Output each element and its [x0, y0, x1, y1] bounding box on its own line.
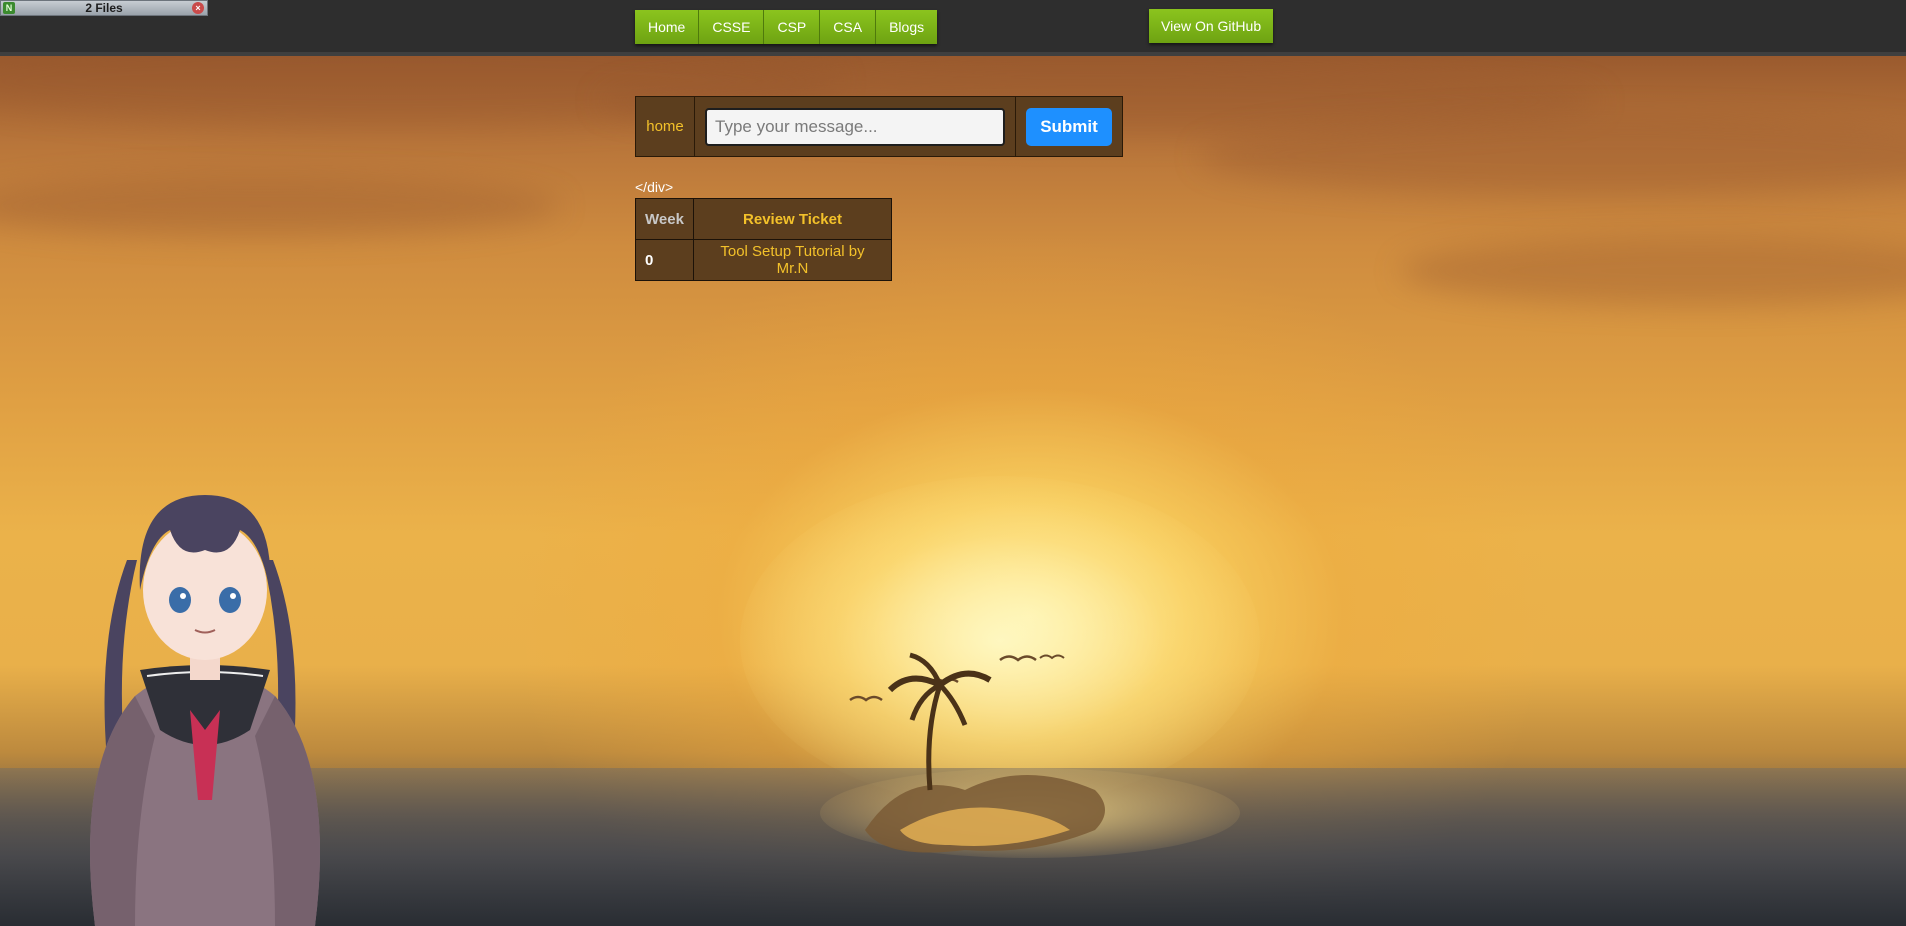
- view-on-github-button[interactable]: View On GitHub: [1149, 9, 1274, 43]
- table-header-review-ticket: Review Ticket: [693, 198, 892, 240]
- cloud: [1200, 116, 1906, 196]
- message-input-cell: [695, 97, 1016, 156]
- table-row: 0 Tool Setup Tutorial by Mr.N: [635, 239, 892, 281]
- palm-island-icon: [865, 652, 1105, 853]
- page-label: home: [636, 97, 695, 156]
- close-icon[interactable]: ×: [192, 2, 204, 14]
- file-widget[interactable]: N 2 Files ×: [0, 0, 208, 16]
- cloud: [0, 176, 560, 236]
- nav-csp-button[interactable]: CSP: [764, 10, 821, 44]
- file-manager-icon: N: [3, 2, 15, 14]
- anime-character-icon: [90, 495, 320, 926]
- file-widget-title: 2 Files: [85, 1, 123, 15]
- review-ticket-table: Week Review Ticket 0 Tool Setup Tutorial…: [635, 198, 892, 281]
- stray-text: </div>: [635, 179, 674, 195]
- nav-home-button[interactable]: Home: [635, 10, 700, 44]
- nav-blogs-button[interactable]: Blogs: [876, 10, 938, 44]
- week-cell: 0: [635, 239, 694, 281]
- table-header-row: Week Review Ticket: [635, 198, 892, 240]
- cloud: [1400, 236, 1906, 306]
- submit-cell: Submit: [1016, 97, 1122, 156]
- submit-button[interactable]: Submit: [1026, 107, 1112, 146]
- top-navbar: N 2 Files × Home CSSE CSP CSA Blogs View…: [0, 0, 1906, 56]
- message-input[interactable]: [705, 107, 1005, 146]
- review-ticket-link[interactable]: Tool Setup Tutorial by Mr.N: [693, 239, 892, 281]
- message-form: home Submit: [635, 96, 1123, 157]
- nav-csa-button[interactable]: CSA: [820, 10, 877, 44]
- nav-menu: Home CSSE CSP CSA Blogs: [635, 10, 938, 44]
- nav-csse-button[interactable]: CSSE: [699, 10, 765, 44]
- table-header-week: Week: [635, 198, 694, 240]
